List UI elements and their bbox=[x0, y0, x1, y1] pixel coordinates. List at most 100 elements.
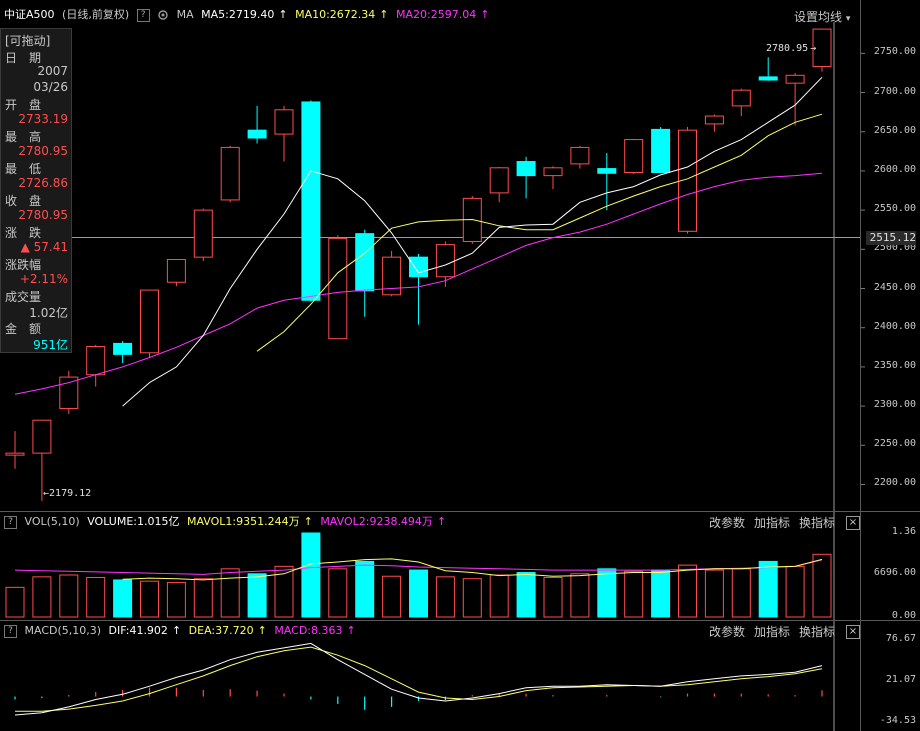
volume-bar-up bbox=[166, 581, 186, 618]
vol-mavol2-arrow: ↑ bbox=[436, 515, 447, 528]
macd-help-icon[interactable]: ? bbox=[4, 624, 17, 638]
price-tick: 2200.00 bbox=[873, 477, 916, 489]
macd-change-indicator-button[interactable]: 换指标 bbox=[799, 623, 835, 640]
date-label: 日 期 bbox=[5, 51, 42, 65]
candle-body-down bbox=[301, 101, 321, 301]
candle-body-down bbox=[247, 129, 267, 139]
min-price-value: 2179.12 bbox=[49, 488, 92, 499]
price-tick: 2450.00 bbox=[873, 281, 916, 293]
drag-label[interactable]: [可拖动] bbox=[5, 32, 50, 49]
candle-body-up bbox=[193, 209, 213, 258]
volume-bar-up bbox=[785, 565, 805, 618]
price-tick: 2350.00 bbox=[873, 359, 916, 371]
volume-bar-up bbox=[5, 586, 25, 618]
volume-bar-up bbox=[220, 568, 240, 618]
volume-bar-up bbox=[543, 576, 563, 618]
axis-divider bbox=[860, 0, 861, 731]
macd-title[interactable]: MACD(5,10,3) bbox=[25, 624, 102, 637]
macd-value-arrow: ↑ bbox=[346, 624, 356, 637]
vol-title[interactable]: VOL(5,10) bbox=[25, 515, 80, 528]
candle-body-down bbox=[113, 342, 133, 355]
candle-body-down bbox=[758, 76, 778, 81]
max-price-marker: 2780.95 → bbox=[766, 43, 817, 54]
volume-bar-up bbox=[624, 570, 644, 618]
volume-bar-up bbox=[731, 568, 751, 618]
price-tick: 2550.00 bbox=[873, 203, 916, 215]
date-value: 03/26 bbox=[33, 80, 68, 94]
pct-value: +2.11% bbox=[19, 272, 68, 286]
open-value: 2733.19 bbox=[18, 112, 68, 126]
vol-edit-params-button[interactable]: 改参数 bbox=[709, 514, 745, 531]
vol-volume: VOLUME:1.015亿 bbox=[87, 515, 180, 528]
price-tick: 2700.00 bbox=[873, 85, 916, 97]
candle-body-down bbox=[409, 256, 428, 278]
macd-close-icon[interactable]: × bbox=[846, 625, 860, 639]
candle-body-up bbox=[86, 346, 106, 376]
close-label: 收 盘 bbox=[5, 194, 42, 208]
candle-body-up bbox=[140, 289, 159, 354]
volume-bar-down bbox=[597, 568, 617, 618]
volume-bar-down bbox=[651, 569, 671, 618]
price-tick: 2300.00 bbox=[873, 399, 916, 411]
price-tick: 2650.00 bbox=[873, 124, 916, 136]
macd-layer bbox=[14, 642, 823, 716]
vol-help-icon[interactable]: ? bbox=[4, 515, 17, 529]
open-label: 开 盘 bbox=[5, 98, 42, 112]
vol-mavol1-arrow: ↑ bbox=[303, 515, 313, 528]
pct-label: 涨跌幅 bbox=[5, 258, 42, 272]
amount-value: 951亿 bbox=[33, 338, 68, 352]
vol-mavol2: MAVOL2:9238.494万 bbox=[320, 515, 433, 528]
candle-body-up bbox=[624, 139, 644, 174]
volume-bar-up bbox=[86, 576, 106, 618]
price-tick: 2600.00 bbox=[873, 163, 916, 175]
change-value: ▲ 57.41 bbox=[20, 240, 68, 254]
macd-add-indicator-button[interactable]: 加指标 bbox=[754, 623, 790, 640]
candle-body-up bbox=[32, 419, 52, 454]
volume-bar-up bbox=[328, 568, 348, 618]
volume-bar-up bbox=[462, 578, 482, 618]
max-price-value: 2780.95 bbox=[766, 43, 809, 54]
macd-dea-arrow: ↑ bbox=[257, 624, 267, 637]
info-panel[interactable]: [可拖动] 日 期 2007 03/26 开 盘 2733.19 最 高 278… bbox=[0, 28, 72, 353]
volume-bar-up bbox=[382, 575, 402, 618]
candle-body-up bbox=[731, 89, 751, 107]
volume-label: 成交量 bbox=[5, 290, 42, 304]
candle-body-up bbox=[570, 146, 590, 165]
low-value: 2726.86 bbox=[18, 176, 68, 190]
candle-body-up bbox=[543, 167, 563, 177]
volume-bar-up bbox=[812, 553, 832, 618]
volume-bar-up bbox=[193, 578, 213, 618]
volume-bar-down bbox=[113, 579, 133, 618]
price-tick: 2250.00 bbox=[873, 438, 916, 450]
amount-label: 金 额 bbox=[5, 322, 42, 336]
change-label: 涨 跌 bbox=[5, 226, 42, 240]
panel-divider-2[interactable] bbox=[0, 620, 920, 621]
candle-body-up bbox=[166, 259, 186, 283]
vol-add-indicator-button[interactable]: 加指标 bbox=[754, 514, 790, 531]
vol-change-indicator-button[interactable]: 换指标 bbox=[799, 514, 835, 531]
date-year: 2007 bbox=[37, 64, 68, 78]
candle-body-down bbox=[516, 161, 536, 177]
volume-bar-down bbox=[516, 572, 536, 618]
candle-body-up bbox=[274, 109, 294, 135]
candle-body-up bbox=[220, 146, 240, 201]
candle-body-up bbox=[59, 376, 79, 409]
volume-bar-up bbox=[435, 576, 455, 618]
volume-bar-up bbox=[59, 574, 79, 618]
candle-body-down bbox=[651, 128, 671, 174]
volume-tick: 6696.00 bbox=[873, 567, 916, 579]
volume-layer bbox=[5, 532, 832, 618]
candle-body-up bbox=[5, 452, 25, 456]
volume-bar-up bbox=[32, 576, 52, 618]
volume-bar-up bbox=[570, 573, 590, 618]
macd-tick: 21.07 bbox=[885, 674, 916, 685]
vol-close-icon[interactable]: × bbox=[846, 516, 860, 530]
macd-dif-arrow: ↑ bbox=[171, 624, 182, 637]
low-label: 最 低 bbox=[5, 162, 42, 176]
volume-tick: 1.36 bbox=[891, 526, 916, 537]
panel-divider-1[interactable] bbox=[0, 511, 920, 512]
volume-bar-up bbox=[489, 574, 509, 618]
volume-bar-down bbox=[758, 560, 778, 618]
macd-edit-params-button[interactable]: 改参数 bbox=[709, 623, 745, 640]
candle-body-up bbox=[489, 167, 509, 194]
